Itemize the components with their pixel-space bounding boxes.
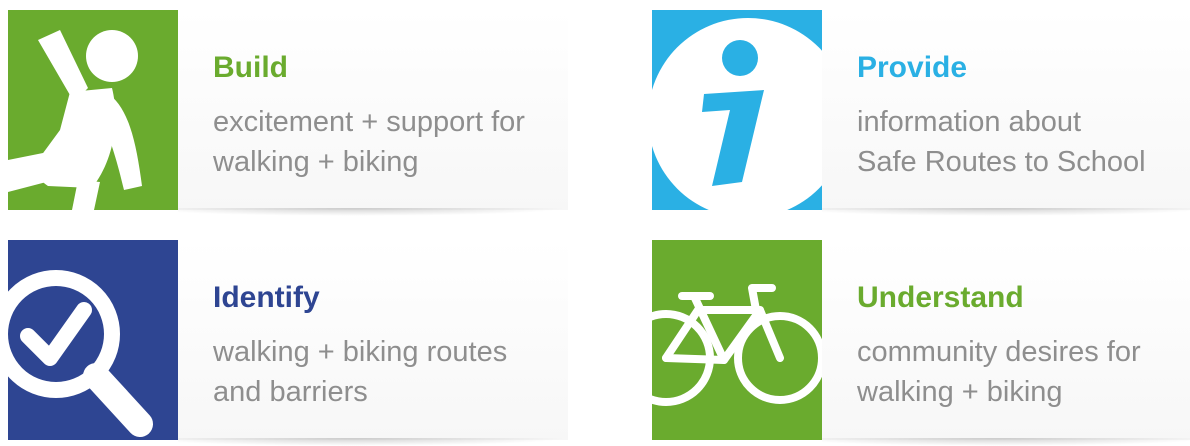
- magnifier-check-icon: [8, 270, 153, 437]
- description-line: community desires for: [857, 336, 1141, 368]
- provide-tile: [652, 10, 822, 210]
- identify-tile: [8, 240, 178, 440]
- card-build: Build excitement + support for walking +…: [8, 10, 568, 216]
- card-provide: Provide information about Safe Routes to…: [652, 10, 1190, 216]
- description-line: excitement + support for: [213, 106, 525, 138]
- description-line: information about: [857, 106, 1082, 138]
- bicycle-icon: [652, 284, 822, 406]
- description-line: and barriers: [213, 376, 368, 408]
- description-line: walking + biking routes: [213, 336, 508, 368]
- card-title: Understand: [857, 281, 1024, 314]
- child-running-icon: [8, 30, 142, 210]
- card-understand: Understand community desires for walking…: [652, 240, 1190, 446]
- card-title: Identify: [213, 281, 320, 314]
- card-identify: Identify walking + biking routes and bar…: [8, 240, 568, 446]
- card-title: Build: [213, 51, 288, 84]
- card-description: information about Safe Routes to School: [857, 102, 1190, 182]
- understand-tile: [652, 240, 822, 440]
- build-tile: [8, 10, 178, 210]
- info-icon: [652, 18, 822, 210]
- card-title: Provide: [857, 51, 968, 84]
- card-description: excitement + support for walking + bikin…: [213, 102, 568, 182]
- description-line: Safe Routes to School: [857, 146, 1146, 178]
- description-line: walking + biking: [857, 376, 1063, 408]
- card-description: community desires for walking + biking: [857, 332, 1190, 412]
- card-description: walking + biking routes and barriers: [213, 332, 568, 412]
- description-line: walking + biking: [213, 146, 419, 178]
